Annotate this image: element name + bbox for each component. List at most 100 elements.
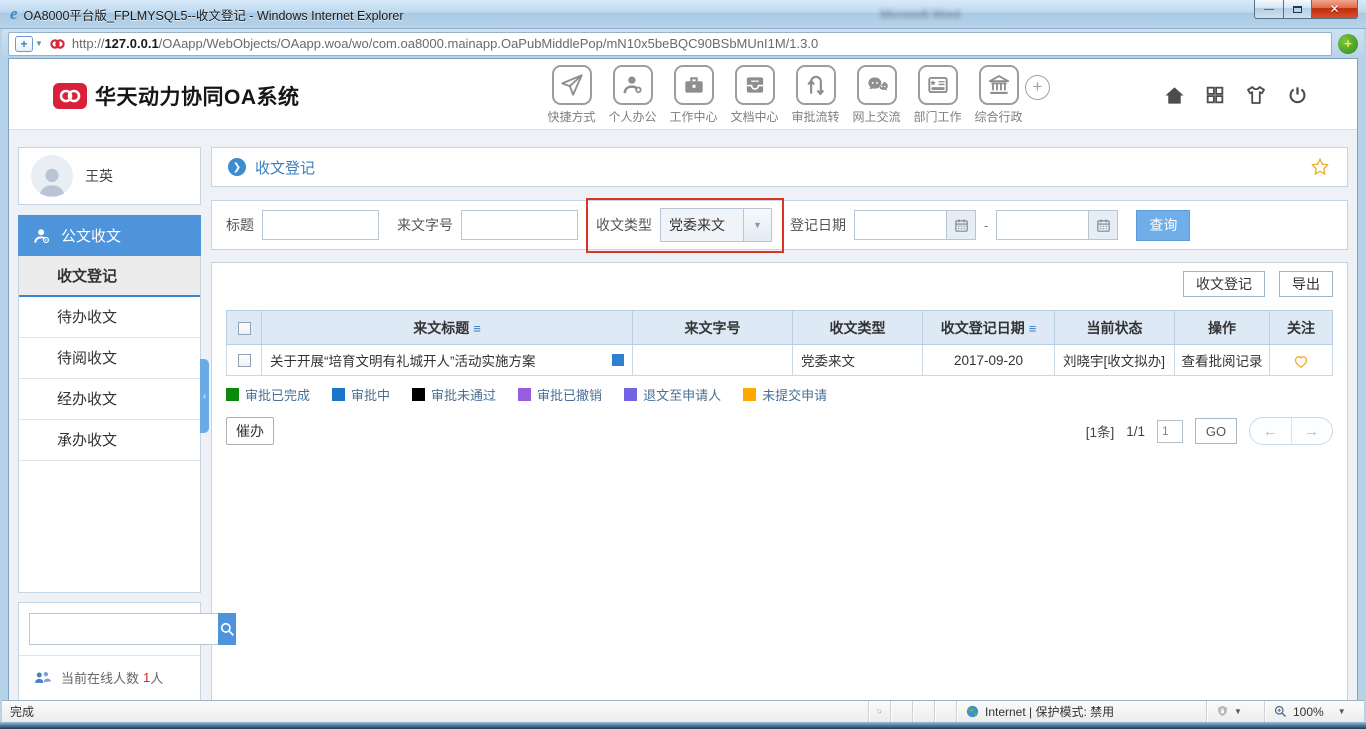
sidebar-item-register[interactable]: 收文登记 <box>19 256 200 297</box>
status-spacer <box>934 701 956 722</box>
more-apps-button[interactable]: + <box>1025 75 1050 100</box>
nav-item-personal-office[interactable]: 个人办公 <box>602 65 663 125</box>
person-plus-icon <box>620 72 646 98</box>
url-text: http://127.0.0.1/OAapp/WebObjects/OAapp.… <box>72 36 818 51</box>
next-page-button[interactable]: → <box>1292 418 1333 444</box>
nav-item-online-chat[interactable]: 网上交流 <box>846 65 907 125</box>
zoom-magnifier-icon <box>1273 704 1288 719</box>
online-users-label: 当前在线人数 <box>61 668 139 687</box>
sidebar-item-undertaken[interactable]: 承办收文 <box>19 420 200 461</box>
search-icon <box>218 620 236 638</box>
status-color-square <box>612 354 624 366</box>
title-filter-input[interactable] <box>262 210 379 240</box>
department-board-icon <box>925 72 951 98</box>
app-logo: 华天动力协同OA系统 <box>53 81 300 111</box>
zoom-cell[interactable]: 100% ▼ <box>1264 701 1364 722</box>
paper-plane-icon <box>559 72 585 98</box>
oa-logo-icon <box>53 83 87 109</box>
dropdown-arrow-icon[interactable]: ▼ <box>743 209 771 241</box>
legend-item: 审批未通过 <box>412 385 496 404</box>
legend-label: 未提交申请 <box>762 385 827 404</box>
nav-label: 快捷方式 <box>547 108 595 125</box>
maximize-button[interactable] <box>1284 0 1312 19</box>
sidebar-search-button[interactable] <box>218 613 236 645</box>
nav-item-shortcuts[interactable]: 快捷方式 <box>541 65 602 125</box>
sidebar-section-receive-docs[interactable]: 公文收文 <box>18 215 201 256</box>
globe-icon <box>965 704 980 719</box>
select-all-checkbox[interactable] <box>238 322 251 335</box>
calendar-icon[interactable] <box>1088 210 1118 240</box>
nav-label: 个人办公 <box>608 108 656 125</box>
sidebar-item-handled[interactable]: 经办收文 <box>19 379 200 420</box>
minimize-button[interactable]: — <box>1254 0 1284 19</box>
date-filter-label: 登记日期 <box>790 215 846 235</box>
docno-filter-input[interactable] <box>461 210 578 240</box>
sort-icon[interactable]: ≡ <box>1029 321 1037 336</box>
home-icon[interactable] <box>1162 83 1186 107</box>
nav-label: 文档中心 <box>730 108 778 125</box>
legend-item: 退文至申请人 <box>624 385 721 404</box>
power-logout-icon[interactable] <box>1285 83 1309 107</box>
content-area: 王英 公文收文 收文登记 待办收文 待阅收文 经办收文 承办收文 ‹ <box>9 130 1357 700</box>
nav-item-department-work[interactable]: 部门工作 <box>907 65 968 125</box>
page-info: 1/1 <box>1126 424 1145 439</box>
query-button[interactable]: 查询 <box>1136 210 1190 241</box>
compatibility-view-icon[interactable]: + <box>1338 34 1358 54</box>
title-filter-label: 标题 <box>226 215 254 235</box>
nav-item-work-center[interactable]: 工作中心 <box>663 65 724 125</box>
urge-button[interactable]: 催办 <box>226 417 274 445</box>
main-panel: ❯ 收文登记 标题 来文字号 收文类型 党委来文 ▼ <box>211 147 1348 700</box>
view-records-link[interactable]: 查看批阅记录 <box>1182 354 1263 369</box>
table-header-row: 来文标题≡ 来文字号 收文类型 收文登记日期≡ 当前状态 操作 关注 <box>227 311 1333 345</box>
maximize-icon <box>1293 6 1302 13</box>
theme-shirt-icon[interactable] <box>1244 83 1268 107</box>
breadcrumb-bar: ❯ 收文登记 <box>211 147 1348 187</box>
nav-label: 工作中心 <box>669 108 717 125</box>
follow-heart-icon[interactable] <box>1270 353 1332 369</box>
legend-label: 审批未通过 <box>431 385 496 404</box>
zoom-level: 100% <box>1293 705 1324 719</box>
nav-item-approval-flow[interactable]: 审批流转 <box>785 65 846 125</box>
address-field[interactable]: + ▼ http://127.0.0.1/OAapp/WebObjects/OA… <box>8 32 1332 56</box>
grid-apps-icon[interactable] <box>1203 83 1227 107</box>
sidebar-item-toread[interactable]: 待阅收文 <box>19 338 200 379</box>
sort-icon[interactable]: ≡ <box>473 321 481 336</box>
register-doc-button[interactable]: 收文登记 <box>1183 271 1265 297</box>
go-button[interactable]: GO <box>1195 418 1237 444</box>
briefcase-icon <box>681 72 707 98</box>
type-filter-value: 党委来文 <box>661 209 743 241</box>
shield-dropdown-button[interactable]: + ▼ <box>15 36 43 52</box>
flow-arrows-icon <box>803 72 829 98</box>
row-checkbox[interactable] <box>238 354 251 367</box>
sidebar-item-todo[interactable]: 待办收文 <box>19 297 200 338</box>
address-bar: + ▼ http://127.0.0.1/OAapp/WebObjects/OA… <box>2 29 1364 58</box>
docno-filter-label: 来文字号 <box>397 215 453 235</box>
status-legend: 审批已完成 审批中 审批未通过 审批已撤销 退文至申请人 未提交申请 <box>226 385 1333 404</box>
date-from-input[interactable] <box>854 210 946 240</box>
sidebar-search-input[interactable] <box>29 613 218 645</box>
legend-item: 审批已完成 <box>226 385 310 404</box>
export-button[interactable]: 导出 <box>1279 271 1333 297</box>
col-status: 当前状态 <box>1055 311 1175 345</box>
type-filter-select[interactable]: 党委来文 ▼ <box>660 208 772 242</box>
favorite-star-icon[interactable] <box>1309 156 1331 178</box>
nav-item-administration[interactable]: 综合行政 <box>968 65 1029 125</box>
window-bottom-border <box>0 722 1366 729</box>
prev-page-button[interactable]: ← <box>1250 418 1292 444</box>
legend-item: 未提交申请 <box>743 385 827 404</box>
nav-label: 综合行政 <box>974 108 1022 125</box>
close-button[interactable]: ✕ <box>1312 0 1358 19</box>
settings-cell[interactable]: ▼ <box>1206 701 1264 722</box>
ie-logo-icon: e <box>10 4 18 24</box>
page-number-input[interactable] <box>1157 420 1183 443</box>
calendar-icon[interactable] <box>946 210 976 240</box>
legend-color-swatch <box>226 388 239 401</box>
chat-bubbles-icon <box>864 72 890 98</box>
doc-title-link[interactable]: 关于开展“培育文明有礼城开人”活动实施方案 <box>270 350 606 370</box>
date-range-group: - <box>854 210 1118 240</box>
nav-item-document-center[interactable]: 文档中心 <box>724 65 785 125</box>
date-to-input[interactable] <box>996 210 1088 240</box>
page-arrows: ← → <box>1249 417 1333 445</box>
user-name: 王英 <box>85 166 113 186</box>
sidebar-collapse-handle[interactable]: ‹ <box>200 359 209 433</box>
